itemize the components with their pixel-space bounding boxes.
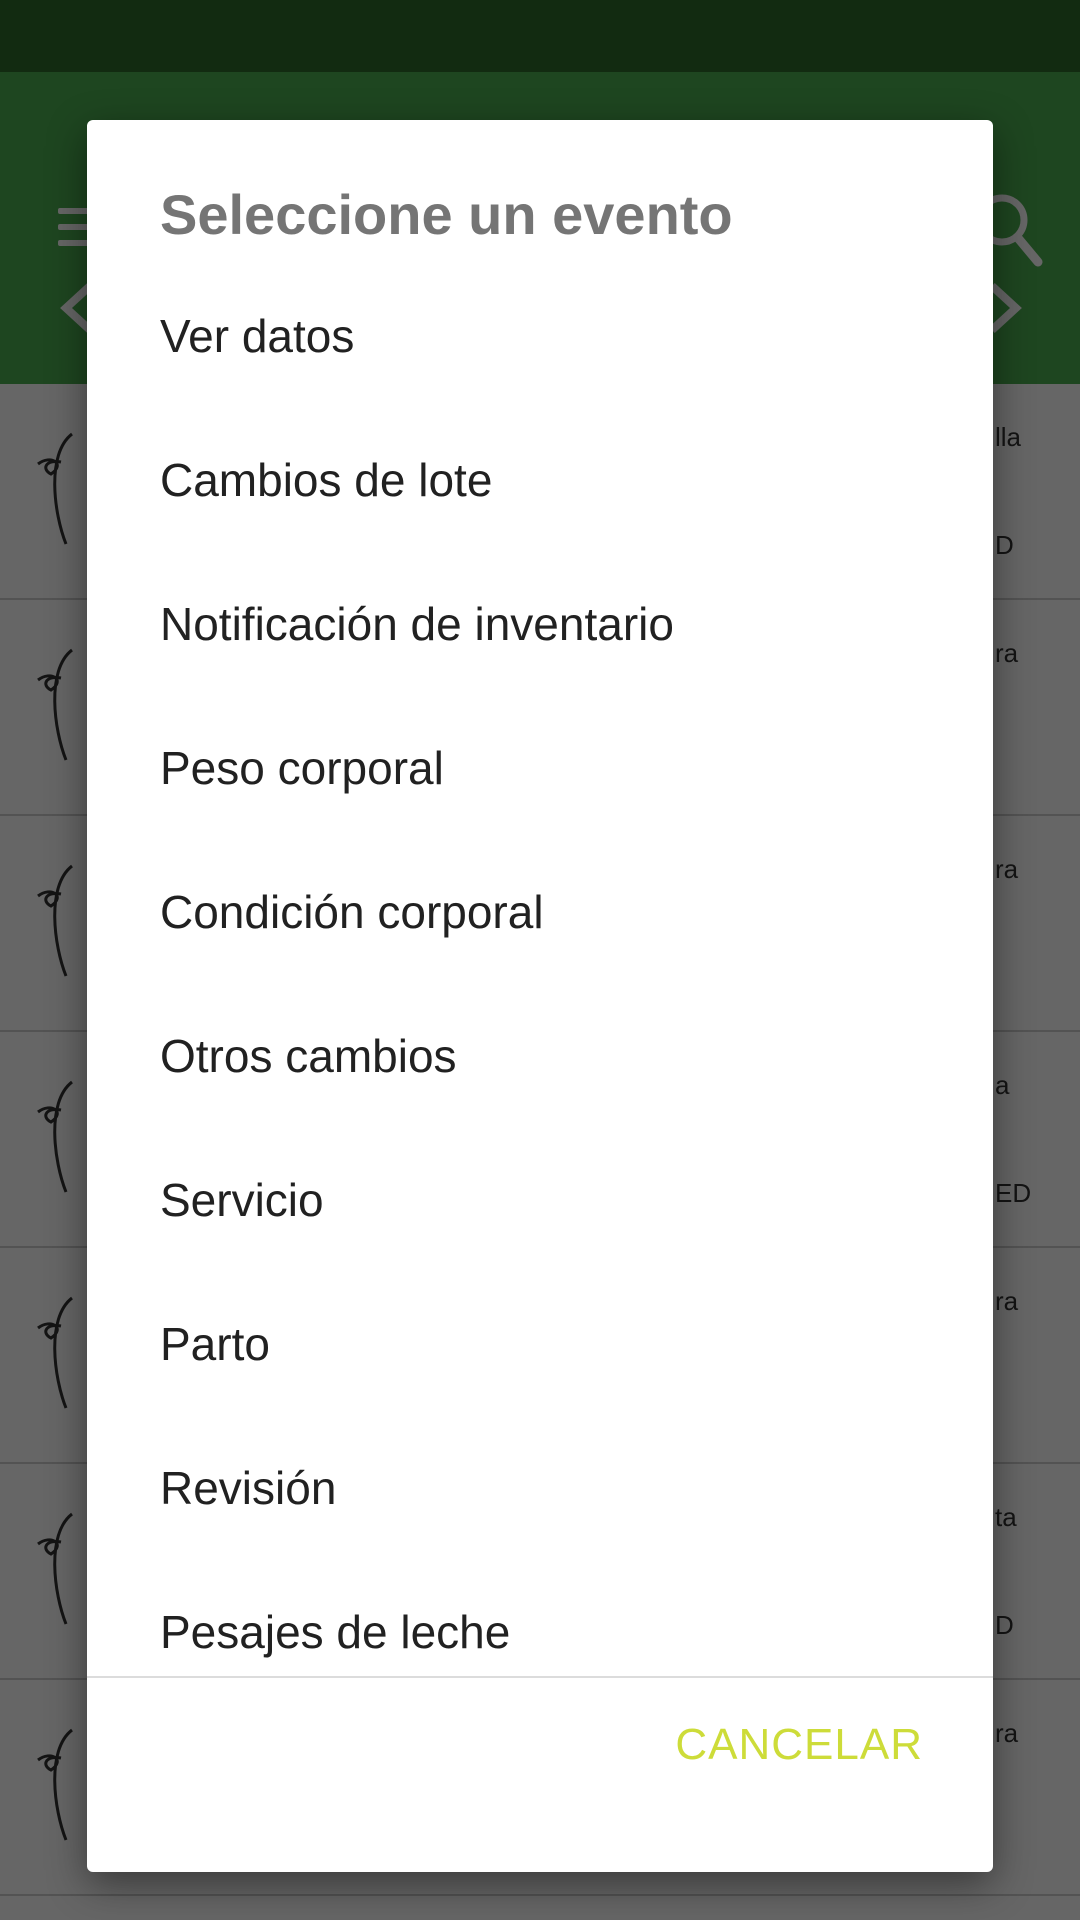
dialog-title: Seleccione un evento [160, 183, 733, 246]
event-item-revision[interactable]: Revisión [87, 1416, 993, 1560]
event-item-otros-cambios[interactable]: Otros cambios [87, 984, 993, 1128]
event-item-parto[interactable]: Parto [87, 1272, 993, 1416]
event-item-pesajes-de-leche[interactable]: Pesajes de leche [87, 1560, 993, 1704]
event-item-notificacion-inventario[interactable]: Notificación de inventario [87, 552, 993, 696]
event-select-dialog: Seleccione un evento Ver datos Cambios d… [87, 120, 993, 1872]
event-item-peso-corporal[interactable]: Peso corporal [87, 696, 993, 840]
event-item-servicio[interactable]: Servicio [87, 1128, 993, 1272]
event-list[interactable]: Ver datos Cambios de lote Notificación d… [87, 264, 993, 1796]
event-item-cambios-de-lote[interactable]: Cambios de lote [87, 408, 993, 552]
dialog-divider [87, 1676, 993, 1678]
event-item-ver-datos[interactable]: Ver datos [87, 264, 993, 408]
event-item-condicion-corporal[interactable]: Condición corporal [87, 840, 993, 984]
cancel-button[interactable]: CANCELAR [675, 1720, 923, 1770]
